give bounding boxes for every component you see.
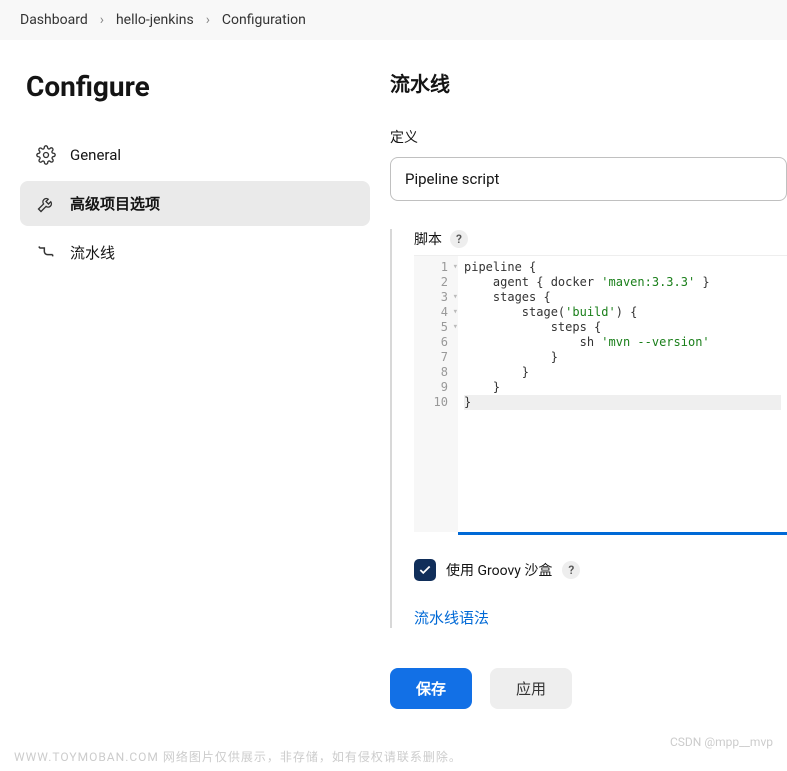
chevron-right-icon: › — [206, 12, 210, 28]
definition-label: 定义 — [390, 127, 787, 147]
breadcrumb: Dashboard › hello-jenkins › Configuratio… — [0, 0, 787, 40]
section-title: 流水线 — [390, 68, 787, 97]
sidebar: Configure General 高级项目选项 流水线 — [0, 40, 380, 709]
sidebar-item-advanced[interactable]: 高级项目选项 — [20, 181, 370, 226]
editor-gutter: 12345678910 — [414, 256, 458, 532]
wrench-icon — [36, 194, 56, 214]
save-button[interactable]: 保存 — [390, 668, 472, 709]
help-icon[interactable]: ? — [562, 561, 580, 579]
sandbox-checkbox[interactable] — [414, 559, 436, 581]
chevron-right-icon: › — [100, 12, 104, 28]
help-icon[interactable]: ? — [450, 230, 468, 248]
main-panel: 流水线 定义 Pipeline script 脚本 ? 12345678910 … — [380, 40, 787, 709]
breadcrumb-item[interactable]: Dashboard — [20, 12, 88, 28]
pipeline-icon — [36, 243, 56, 263]
editor-code[interactable]: pipeline { agent { docker 'maven:3.3.3' … — [458, 256, 787, 532]
editor-bottom-border — [458, 532, 787, 535]
breadcrumb-item[interactable]: hello-jenkins — [116, 12, 194, 28]
breadcrumb-item[interactable]: Configuration — [222, 12, 306, 28]
page-title: Configure — [20, 70, 370, 103]
sidebar-item-pipeline[interactable]: 流水线 — [20, 230, 370, 275]
gear-icon — [36, 145, 56, 165]
apply-button[interactable]: 应用 — [490, 668, 572, 709]
watermark: CSDN @mpp__mvp — [670, 735, 773, 749]
sidebar-item-label: 流水线 — [70, 242, 115, 263]
sandbox-label: 使用 Groovy 沙盒 — [446, 560, 552, 580]
code-editor[interactable]: 12345678910 pipeline { agent { docker 'm… — [414, 255, 787, 535]
sidebar-item-general[interactable]: General — [20, 133, 370, 177]
script-label: 脚本 — [414, 229, 442, 249]
definition-select[interactable]: Pipeline script — [390, 157, 787, 201]
pipeline-syntax-link[interactable]: 流水线语法 — [414, 607, 489, 628]
sidebar-item-label: General — [70, 146, 121, 164]
sidebar-item-label: 高级项目选项 — [70, 193, 160, 214]
watermark: WWW.TOYMOBAN.COM 网络图片仅供展示，非存储，如有侵权请联系删除。 — [14, 748, 462, 765]
